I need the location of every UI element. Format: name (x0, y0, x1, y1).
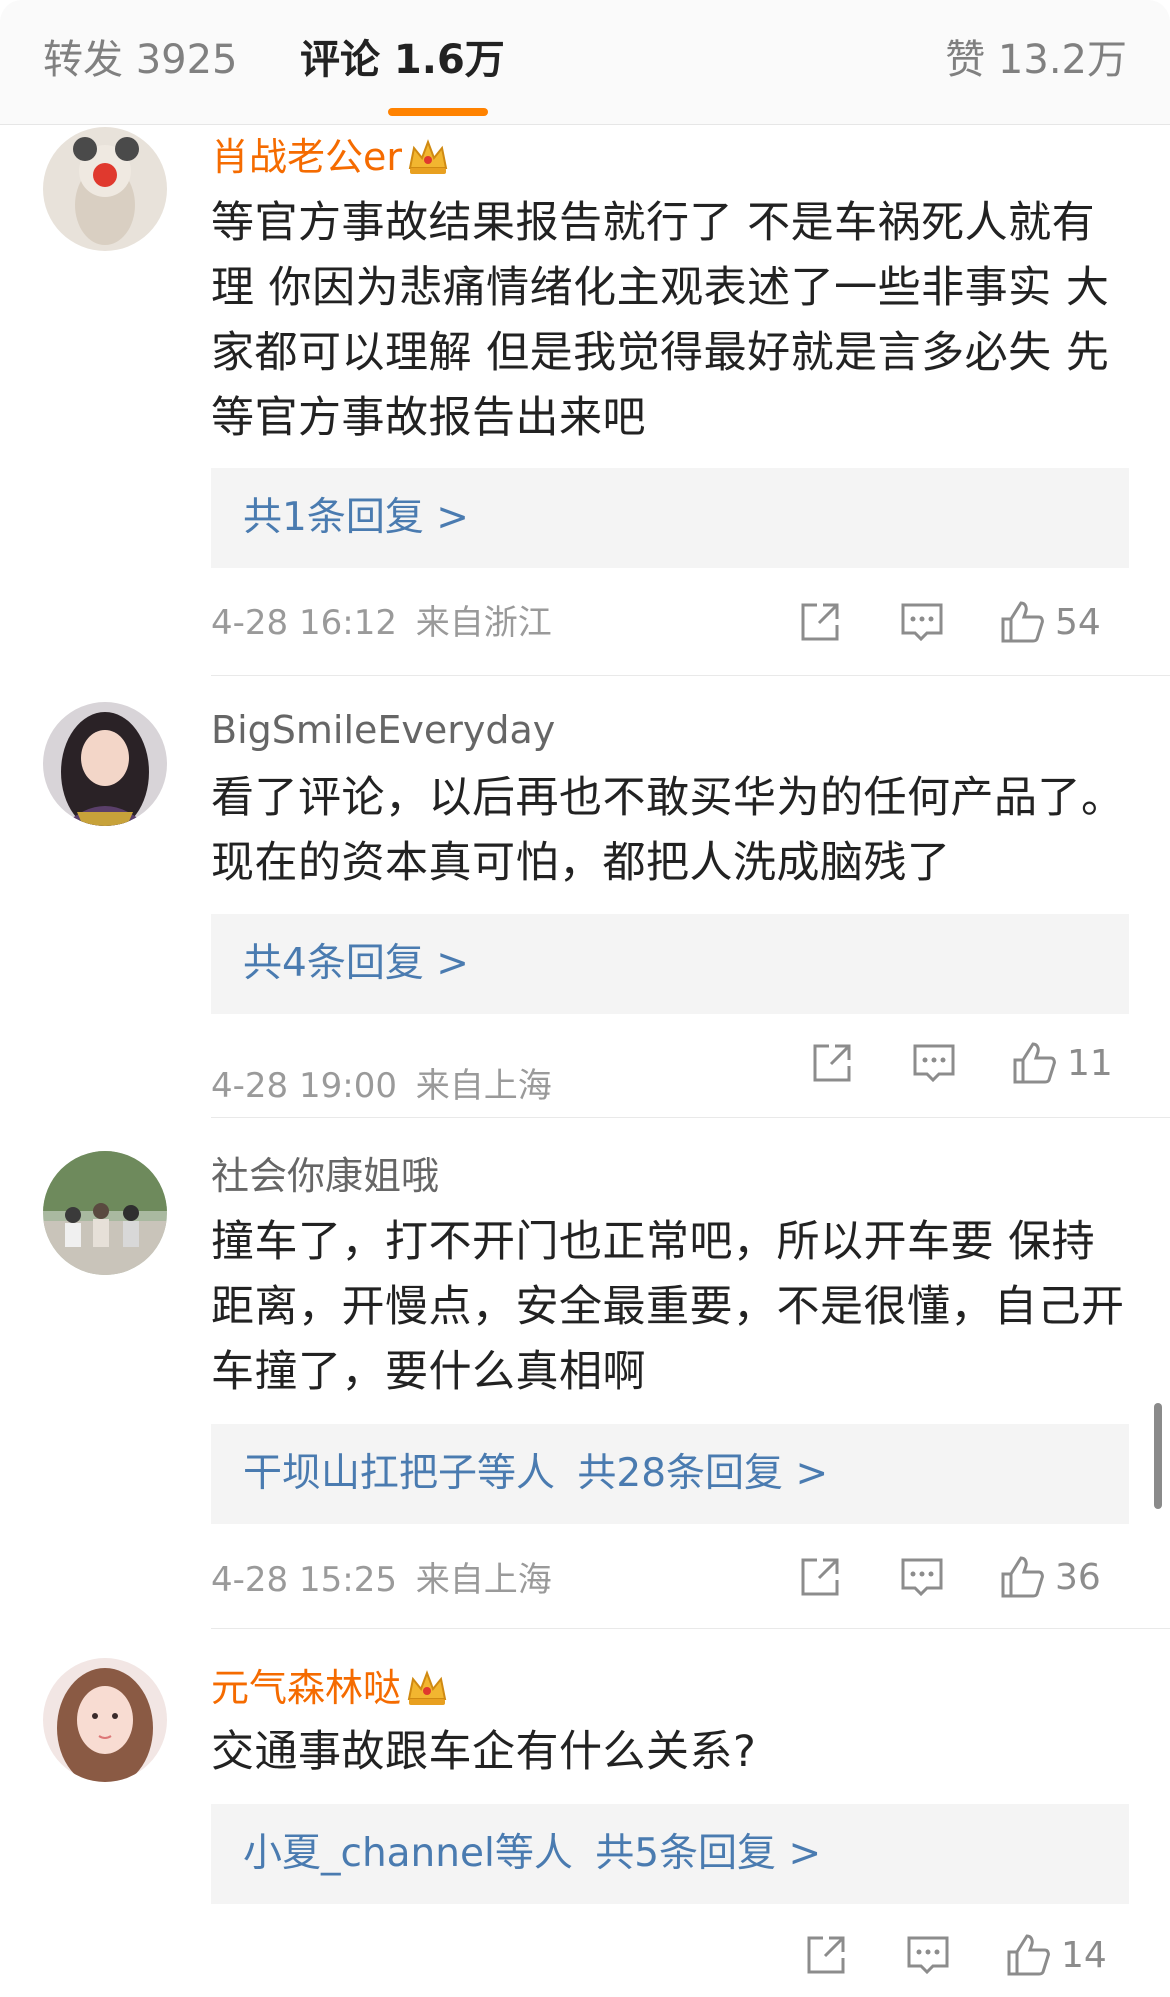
comment-text: 等官方事故结果报告就行了 不是车祸死人就有理 你因为悲痛情绪化主观表述了一些非事… (211, 198, 1110, 443)
tab-likes[interactable]: 赞 13.2万 (945, 36, 1127, 84)
tab-comments[interactable]: 评论 1.6万 (300, 36, 505, 84)
reply-count-link[interactable]: 共5条回复 > (595, 1831, 821, 1876)
comment-text: 撞车了，打不开门也正常吧，所以开车要 保持距离，开慢点，安全最重要，不是很懂，自… (211, 1217, 1125, 1397)
comment-location: 来自上海 (415, 1560, 552, 1600)
thumbs-up-icon[interactable] (999, 1554, 1045, 1600)
reply-user-names[interactable]: 小夏_channel等人 (243, 1831, 573, 1876)
username-text: 肖战老公er (211, 135, 403, 179)
reply-summary[interactable]: 干坝山扛把子等人 共28条回复 > (211, 1424, 1129, 1524)
reply-user-names[interactable]: 干坝山扛把子等人 (243, 1451, 555, 1496)
avatar[interactable] (43, 127, 167, 251)
username-text: 元气森林哒 (211, 1666, 402, 1710)
share-icon[interactable] (809, 1040, 855, 1086)
comment-actions: 11 (809, 1040, 1127, 1090)
username[interactable]: 元气森林哒 (211, 1664, 449, 1712)
comment-actions: 54 (797, 599, 1127, 649)
username-text: 社会你康姐哦 (211, 1154, 440, 1198)
crown-icon (407, 1670, 447, 1705)
avatar[interactable] (43, 1151, 167, 1275)
reply-count-link[interactable]: 共4条回复 > (243, 941, 469, 986)
comment-icon[interactable] (899, 599, 945, 645)
comment-meta: 4-28 16:12 来自浙江 (211, 603, 552, 643)
divider (211, 1628, 1170, 1629)
like-count: 36 (1055, 1557, 1101, 1598)
reply-count-link[interactable]: 共1条回复 > (243, 495, 469, 540)
avatar[interactable] (43, 702, 167, 826)
reply-count-link[interactable]: 共28条回复 > (577, 1451, 828, 1496)
comment-time: 4-28 19:00 (211, 1066, 397, 1106)
active-tab-indicator (388, 108, 488, 116)
divider (211, 1117, 1170, 1118)
share-icon[interactable] (797, 1554, 843, 1600)
comment-actions: 14 (803, 1932, 1127, 1982)
like-count: 14 (1061, 1935, 1107, 1976)
scrollbar[interactable] (1154, 1403, 1162, 1509)
comment-actions: 36 (797, 1554, 1127, 1604)
comment-icon[interactable] (905, 1932, 951, 1978)
divider (211, 675, 1170, 676)
comment-text: 看了评论，以后再也不敢买华为的任何产品了。现在的资本真可怕，都把人洗成脑残了 (211, 773, 1125, 888)
comment-time: 4-28 16:12 (211, 603, 397, 643)
share-icon[interactable] (797, 599, 843, 645)
comment-time: 4-28 15:25 (211, 1560, 397, 1600)
thumbs-up-icon[interactable] (1011, 1040, 1057, 1086)
share-icon[interactable] (803, 1932, 849, 1978)
thumbs-up-icon[interactable] (999, 599, 1045, 645)
tab-repost[interactable]: 转发 3925 (43, 36, 238, 84)
comment-icon[interactable] (911, 1040, 957, 1086)
comment-location: 来自上海 (415, 1066, 552, 1106)
like-count: 11 (1067, 1043, 1113, 1084)
reply-summary[interactable]: 小夏_channel等人 共5条回复 > (211, 1804, 1129, 1904)
crown-icon (408, 139, 448, 174)
username-text: BigSmileEveryday (211, 708, 556, 752)
comment-meta: 4-28 19:00 来自上海 (211, 1066, 552, 1106)
avatar[interactable] (43, 1658, 167, 1782)
comment-meta: 4-28 15:25 来自上海 (211, 1560, 552, 1600)
comment-icon[interactable] (899, 1554, 945, 1600)
username[interactable]: BigSmileEveryday (211, 706, 555, 754)
thumbs-up-icon[interactable] (1005, 1932, 1051, 1978)
like-count: 54 (1055, 602, 1101, 643)
reply-summary[interactable]: 共1条回复 > (211, 468, 1129, 568)
username[interactable]: 肖战老公er (211, 133, 450, 181)
comment-text: 交通事故跟车企有什么关系? (211, 1727, 757, 1777)
comment-tabs-bar: 转发 3925 评论 1.6万 赞 13.2万 (0, 0, 1170, 125)
reply-summary[interactable]: 共4条回复 > (211, 914, 1129, 1014)
username[interactable]: 社会你康姐哦 (211, 1152, 439, 1200)
comment-location: 来自浙江 (415, 603, 552, 643)
